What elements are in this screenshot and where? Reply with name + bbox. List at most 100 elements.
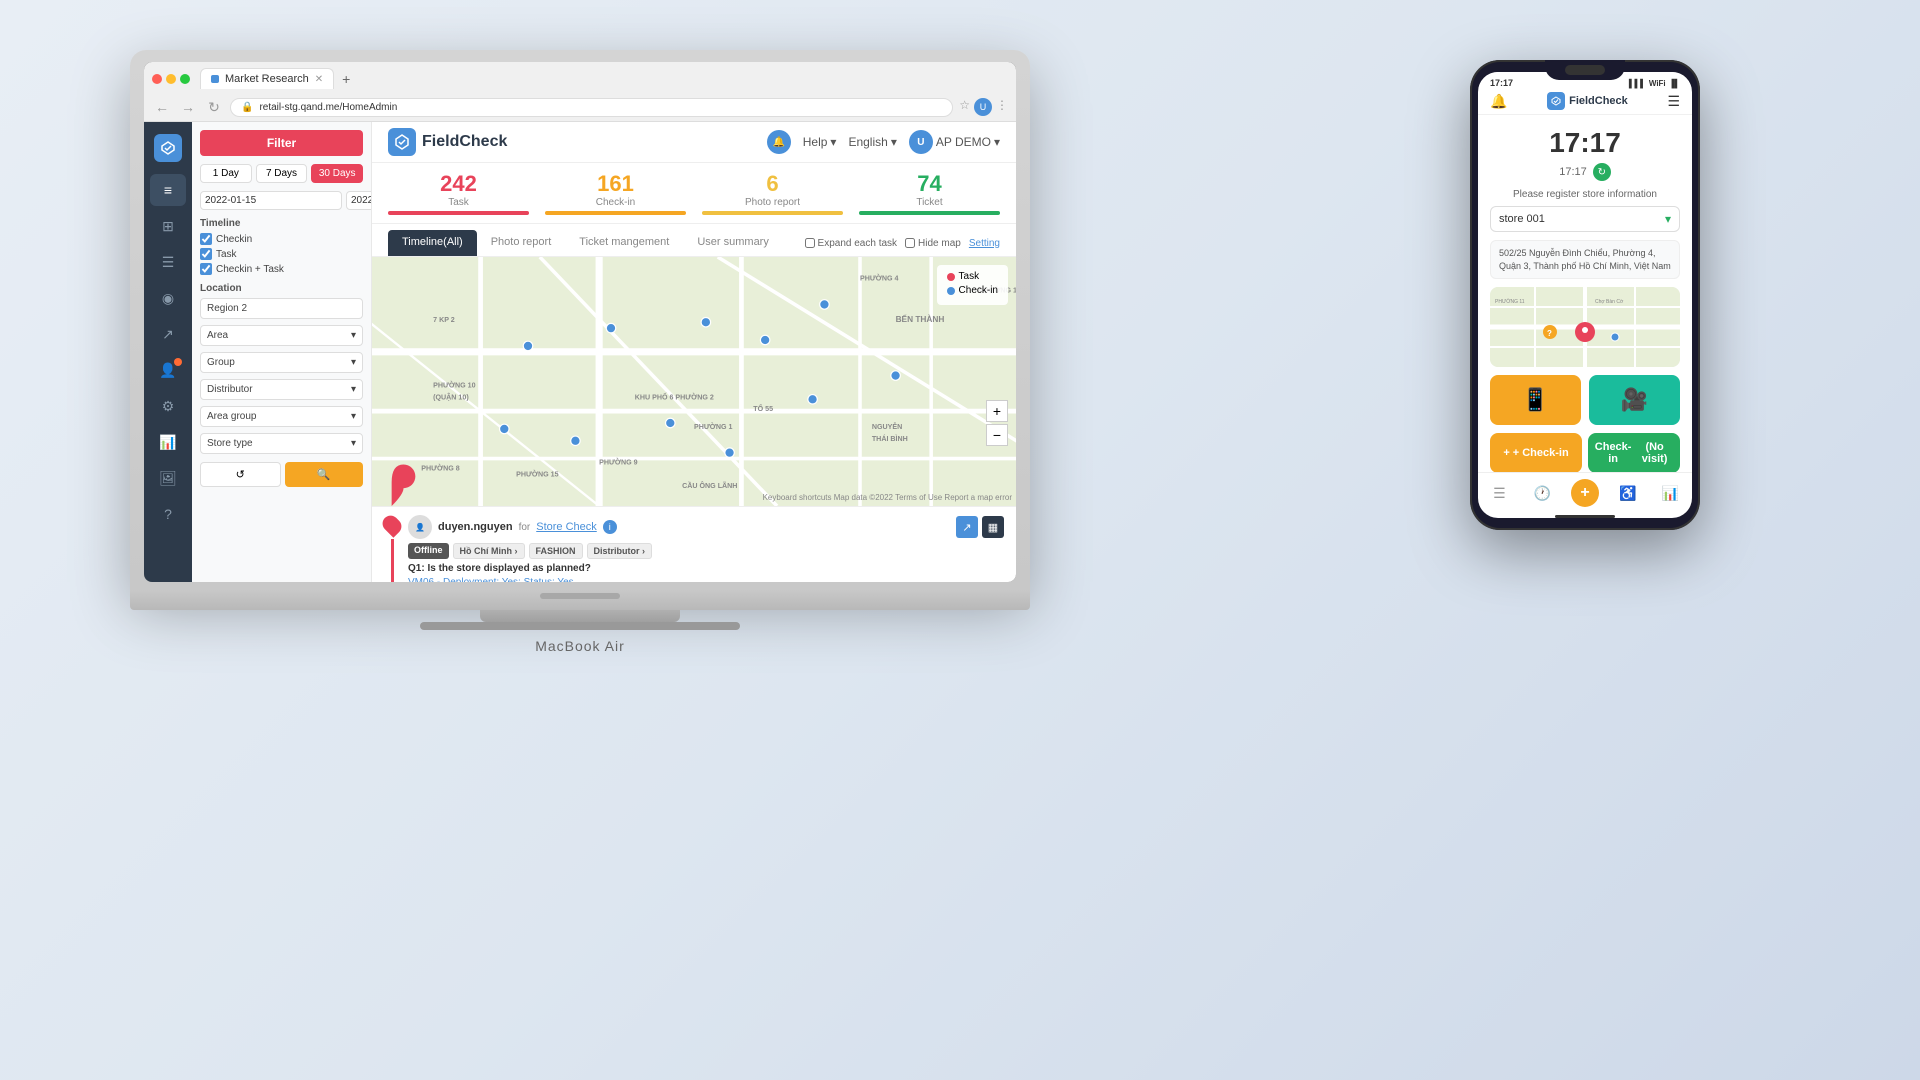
tab-photo-report[interactable]: Photo report — [477, 230, 566, 256]
language-button[interactable]: English ▾ — [848, 135, 896, 149]
phone-menu-icon[interactable]: ☰ — [1667, 93, 1680, 110]
sidebar-item-route[interactable]: ↗ — [150, 318, 186, 350]
event-header: 👤 duyen.nguyen for Store Check i ↗ ▦ — [408, 515, 1004, 539]
sidebar-item-help[interactable]: ? — [150, 498, 186, 530]
checkin-task-checkbox[interactable] — [200, 263, 212, 275]
day-30-button[interactable]: 30 Days — [311, 164, 363, 183]
expand-task-option[interactable]: Expand each task — [805, 238, 898, 249]
demo-button[interactable]: U AP DEMO ▾ — [909, 130, 1000, 154]
phone-card-icon-1: 📱 — [1522, 387, 1549, 413]
event-action-1[interactable]: ↗ — [956, 516, 978, 538]
maximize-dot[interactable] — [180, 74, 190, 84]
bookmark-icon[interactable]: ☆ — [959, 98, 970, 116]
phone-action-card-1[interactable]: 📱 — [1490, 375, 1581, 425]
info-icon[interactable]: i — [603, 520, 617, 534]
browser-tab[interactable]: Market Research ✕ — [200, 68, 334, 89]
filter-button[interactable]: Filter — [200, 130, 363, 156]
tab-close-button[interactable]: ✕ — [315, 74, 323, 85]
notification-avatar[interactable]: 🔔 — [767, 130, 791, 154]
tab-user-summary[interactable]: User summary — [683, 230, 783, 256]
store-address-display: 502/25 Nguyễn Đình Chiểu, Phường 4, Quận… — [1490, 240, 1680, 279]
expand-task-checkbox[interactable] — [805, 238, 815, 248]
sidebar-item-toggle[interactable]: ≡ — [150, 174, 186, 206]
hide-map-option[interactable]: Hide map — [905, 238, 961, 249]
forward-button[interactable]: → — [178, 97, 198, 117]
event-store-link[interactable]: Store Check — [536, 521, 597, 533]
location-input[interactable] — [200, 298, 363, 319]
checkin-label: + Check-in — [1513, 447, 1569, 459]
location-section-label: Location — [200, 283, 363, 294]
store-type-dropdown[interactable]: Store type ▾ — [200, 433, 363, 454]
tab-timeline[interactable]: Timeline(All) — [388, 230, 477, 256]
checkin-stat: 161 Check-in — [545, 171, 686, 215]
checkin-checkbox[interactable] — [200, 233, 212, 245]
hide-map-checkbox[interactable] — [905, 238, 915, 248]
menu-toggle-icon: ≡ — [164, 182, 172, 198]
svg-text:NGUYỄN: NGUYỄN — [872, 422, 902, 431]
setting-link[interactable]: Setting — [969, 238, 1000, 249]
svg-text:7 KP 2: 7 KP 2 — [433, 316, 455, 324]
phone-status-icons: ▌▌▌ WiFi ▐▌ — [1629, 79, 1680, 88]
phone-nav-chart[interactable]: 📊 — [1649, 479, 1692, 507]
phone-screen: 17:17 ▌▌▌ WiFi ▐▌ 🔔 Fiel — [1478, 72, 1692, 518]
map-canvas[interactable]: PHƯỜNG 12 PHƯỜNG 4 7 KP 2 PHƯỜNG 10 (QUẬ… — [372, 257, 1016, 506]
phone-action-card-2[interactable]: 🎥 — [1589, 375, 1680, 425]
svg-text:PHƯỜNG 15: PHƯỜNG 15 — [516, 469, 558, 478]
phone-notch — [1545, 60, 1625, 80]
bottom-panel: 👤 duyen.nguyen for Store Check i ↗ ▦ — [372, 506, 1016, 582]
phone-nav-accessibility[interactable]: ♿ — [1606, 479, 1649, 507]
sidebar-item-gallery[interactable]: 🖼 — [150, 462, 186, 494]
new-tab-button[interactable]: + — [342, 71, 350, 87]
sidebar-item-users[interactable]: 👤 — [150, 354, 186, 386]
event-link-1[interactable]: VM06 - Deployment: Yes; Status: Yes — [408, 577, 1004, 582]
svg-text:BẾN THÀNH: BẾN THÀNH — [896, 314, 945, 324]
help-button[interactable]: Help ▾ — [803, 135, 837, 149]
checkin-no-visit-button[interactable]: Check-in (No visit) — [1588, 433, 1680, 472]
sidebar-item-reports[interactable]: 📊 — [150, 426, 186, 458]
avatar-icon[interactable]: U — [974, 98, 992, 116]
phone-bell-icon[interactable]: 🔔 — [1490, 93, 1507, 110]
reset-button[interactable]: ↺ — [200, 462, 281, 487]
map-controls: + − — [986, 400, 1008, 446]
reports-icon: 📊 — [159, 434, 176, 451]
menu-icon[interactable]: ⋮ — [996, 98, 1008, 116]
phone-nav-history[interactable]: 🕐 — [1521, 479, 1564, 507]
map-attribution: Keyboard shortcuts Map data ©2022 Terms … — [763, 493, 1012, 502]
photo-stat: 6 Photo report — [702, 171, 843, 215]
reload-button[interactable]: ↻ — [204, 97, 224, 117]
task-checkbox[interactable] — [200, 248, 212, 260]
task-checkbox-item[interactable]: Task — [200, 248, 363, 260]
date-from-input[interactable] — [200, 191, 342, 210]
checkin-checkbox-item[interactable]: Checkin — [200, 233, 363, 245]
minimize-dot[interactable] — [166, 74, 176, 84]
sidebar-item-settings[interactable]: ⚙ — [150, 390, 186, 422]
store-select-dropdown[interactable]: store 001 ▾ — [1490, 206, 1680, 232]
phone-nav-add[interactable]: + — [1564, 479, 1607, 507]
day-1-button[interactable]: 1 Day — [200, 164, 252, 183]
zoom-in-button[interactable]: + — [986, 400, 1008, 422]
area-group-dropdown[interactable]: Area group ▾ — [200, 406, 363, 427]
sidebar-item-list[interactable]: ☰ — [150, 246, 186, 278]
checkin-task-checkbox-item[interactable]: Checkin + Task — [200, 263, 363, 275]
phone-logo: FieldCheck — [1547, 92, 1628, 110]
refresh-button[interactable]: ↻ — [1593, 163, 1611, 181]
macbook-base — [130, 590, 1030, 610]
sidebar-logo — [150, 130, 186, 166]
day-7-button[interactable]: 7 Days — [256, 164, 308, 183]
date-to-input[interactable] — [346, 191, 372, 210]
phone-nav-list[interactable]: ☰ — [1478, 479, 1521, 507]
sidebar-item-map[interactable]: ◉ — [150, 282, 186, 314]
sidebar-item-home[interactable]: ⊞ — [150, 210, 186, 242]
event-action-2[interactable]: ▦ — [982, 516, 1004, 538]
url-bar[interactable]: 🔒 retail-stg.qand.me/HomeAdmin — [230, 98, 953, 117]
back-button[interactable]: ← — [152, 97, 172, 117]
tab-ticket-management[interactable]: Ticket mangement — [565, 230, 683, 256]
checkin-button[interactable]: + + Check-in — [1490, 433, 1582, 472]
distributor-dropdown[interactable]: Distributor ▾ — [200, 379, 363, 400]
group-dropdown[interactable]: Group ▾ — [200, 352, 363, 373]
area-dropdown[interactable]: Area ▾ — [200, 325, 363, 346]
zoom-out-button[interactable]: − — [986, 424, 1008, 446]
close-dot[interactable] — [152, 74, 162, 84]
search-button[interactable]: 🔍 — [285, 462, 364, 487]
help-icon: ? — [164, 506, 172, 522]
